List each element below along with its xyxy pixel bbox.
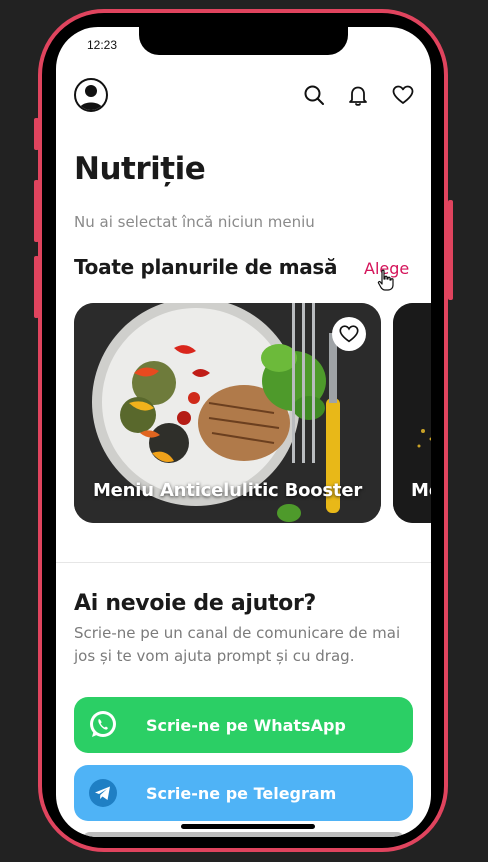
telegram-button[interactable]: Scrie-ne pe Telegram	[74, 765, 413, 821]
whatsapp-icon	[90, 711, 116, 737]
meal-plan-card-title: Me	[411, 480, 431, 501]
meal-plan-card[interactable]: Me	[393, 303, 431, 523]
heart-outline-icon	[339, 325, 359, 343]
search-icon[interactable]	[302, 83, 326, 107]
telegram-icon	[89, 779, 117, 807]
meal-plans-section-title: Toate planurile de masă	[74, 255, 338, 279]
power-button	[448, 200, 453, 300]
telegram-button-label: Scrie-ne pe Telegram	[146, 783, 337, 803]
user-avatar-icon[interactable]	[74, 78, 108, 112]
whatsapp-button[interactable]: Scrie-ne pe WhatsApp	[74, 697, 413, 753]
meal-plan-card[interactable]: Meniu Anticelulitic Booster	[74, 303, 381, 523]
bell-icon[interactable]	[346, 83, 370, 107]
favorite-plan-button[interactable]	[332, 317, 366, 351]
next-button-peek	[82, 832, 405, 837]
volume-up-button	[34, 180, 39, 242]
meal-plan-card-title: Meniu Anticelulitic Booster	[92, 480, 363, 501]
section-divider	[56, 562, 431, 563]
notch	[139, 27, 348, 55]
page-title: Nutriție	[74, 151, 206, 187]
whatsapp-button-label: Scrie-ne pe WhatsApp	[146, 715, 346, 735]
heart-icon[interactable]	[391, 83, 415, 107]
help-title: Ai nevoie de ajutor?	[74, 591, 317, 616]
hand-cursor-icon	[377, 269, 394, 291]
help-text: Scrie-ne pe un canal de comunicare de ma…	[74, 624, 401, 665]
volume-down-button	[34, 256, 39, 318]
mute-switch	[34, 118, 39, 150]
app-screen: 12:23 Nutriție Nu ai selectat încă niciu…	[56, 27, 431, 837]
status-time: 12:23	[87, 38, 118, 52]
home-indicator	[181, 824, 315, 829]
no-menu-selected-text: Nu ai selectat încă niciun meniu	[74, 213, 315, 231]
